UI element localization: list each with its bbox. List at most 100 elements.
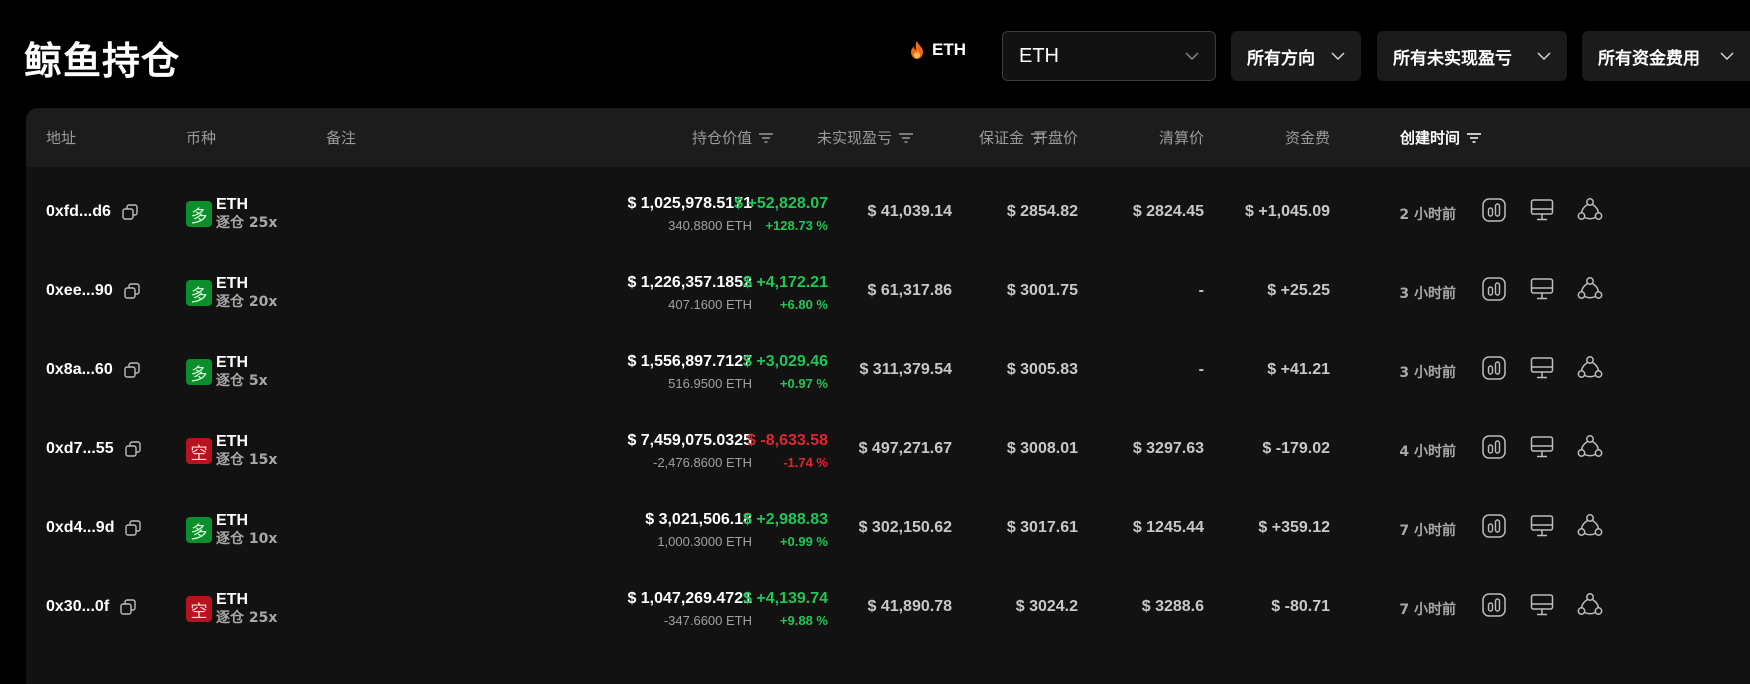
header-liq-price: 清算价	[1158, 129, 1204, 147]
margin-value: $ 302,150.62	[858, 519, 952, 536]
created-time: 7 小时前	[1399, 602, 1456, 618]
funding-fee-value: $ +25.25	[1267, 282, 1330, 299]
created-time: 2 小时前	[1399, 207, 1456, 223]
liq-price-value: -	[1198, 361, 1204, 378]
table-row[interactable]: 0xfd...d6 多 ETH 逐仓 25x $ 1,025,978.5171 …	[26, 167, 1750, 255]
share-icon[interactable]	[1577, 513, 1603, 539]
table-row[interactable]: 0xd4...9d 多 ETH 逐仓 10x $ 3,021,506.18 1,…	[26, 483, 1750, 571]
monitor-icon[interactable]	[1529, 434, 1555, 460]
coin-cell: 多 ETH 逐仓 5x	[186, 353, 268, 391]
direction-badge: 多	[186, 517, 212, 543]
address-cell[interactable]: 0xfd...d6	[46, 203, 139, 221]
chart-icon[interactable]	[1481, 355, 1507, 381]
monitor-icon[interactable]	[1529, 513, 1555, 539]
share-icon[interactable]	[1577, 197, 1603, 223]
margin-value: $ 311,379.54	[859, 361, 952, 378]
liq-price-value: $ 3288.6	[1141, 598, 1204, 615]
direction-badge: 多	[186, 201, 212, 227]
chevron-down-icon	[1331, 52, 1345, 60]
header-funding: 资金费	[1284, 129, 1330, 147]
monitor-icon[interactable]	[1529, 197, 1555, 223]
copy-icon[interactable]	[119, 598, 137, 616]
pnl-filter[interactable]: 所有未实现盈亏	[1377, 31, 1567, 81]
table-row[interactable]: 0x8a...60 多 ETH 逐仓 5x $ 1,556,897.7127 5…	[26, 325, 1750, 413]
chevron-down-icon	[1185, 52, 1199, 60]
open-price-value: $ 3008.01	[1006, 440, 1078, 457]
funding-fee-value: $ -179.02	[1262, 440, 1330, 457]
liq-price-value: $ 2824.45	[1132, 203, 1204, 220]
chevron-down-icon	[1720, 52, 1734, 60]
header-open-price: 开盘价	[1032, 129, 1078, 147]
chart-icon[interactable]	[1481, 276, 1507, 302]
copy-icon[interactable]	[124, 519, 142, 537]
header-address: 地址	[46, 129, 77, 147]
chart-icon[interactable]	[1481, 513, 1507, 539]
direction-badge: 多	[186, 280, 212, 306]
pnl-filter-label: 所有未实现盈亏	[1393, 48, 1512, 68]
liq-price-value: $ 3297.63	[1132, 440, 1204, 457]
liq-price-value: -	[1198, 282, 1204, 299]
coin-name: ETH	[216, 196, 248, 213]
table-row[interactable]: 0x30...0f 空 ETH 逐仓 25x $ 1,047,269.4721 …	[26, 562, 1750, 650]
margin-value: $ 497,271.67	[858, 440, 952, 457]
address-cell[interactable]: 0xd7...55	[46, 440, 142, 458]
hot-token-tag[interactable]: ETH	[910, 40, 966, 60]
open-price-value: $ 3017.61	[1006, 519, 1078, 536]
funding-fee-value: $ +359.12	[1258, 519, 1330, 536]
coin-name: ETH	[216, 591, 248, 608]
table-row[interactable]: 0xd7...55 空 ETH 逐仓 15x $ 7,459,075.0325 …	[26, 404, 1750, 492]
sort-icon	[1467, 132, 1482, 143]
margin-value: $ 41,890.78	[867, 598, 952, 615]
leverage-text: 逐仓 5x	[216, 373, 268, 389]
funding-filter[interactable]: 所有资金费用	[1582, 31, 1750, 81]
copy-icon[interactable]	[123, 282, 141, 300]
chart-icon[interactable]	[1481, 434, 1507, 460]
copy-icon[interactable]	[123, 361, 141, 379]
coin-name: ETH	[216, 433, 248, 450]
address-text: 0xee...90	[46, 282, 113, 299]
monitor-icon[interactable]	[1529, 592, 1555, 618]
monitor-icon[interactable]	[1529, 355, 1555, 381]
chart-icon[interactable]	[1481, 592, 1507, 618]
fire-icon	[911, 41, 923, 59]
address-cell[interactable]: 0xee...90	[46, 282, 141, 300]
coin-name: ETH	[216, 512, 248, 529]
margin-value: $ 41,039.14	[867, 203, 952, 220]
share-icon[interactable]	[1577, 355, 1603, 381]
whale-positions-table: 地址 币种 备注 持仓价值 未实现盈亏 保证金 开盘价 清算价 资金费 创建时间…	[26, 108, 1750, 684]
leverage-text: 逐仓 25x	[216, 610, 278, 626]
share-icon[interactable]	[1577, 592, 1603, 618]
share-icon[interactable]	[1577, 434, 1603, 460]
leverage-text: 逐仓 10x	[216, 531, 278, 547]
address-text: 0xd7...55	[46, 440, 114, 457]
coin-cell: 空 ETH 逐仓 25x	[186, 590, 277, 628]
copy-icon[interactable]	[124, 440, 142, 458]
coin-cell: 多 ETH 逐仓 25x	[186, 195, 277, 233]
direction-badge: 多	[186, 359, 212, 385]
monitor-icon[interactable]	[1529, 276, 1555, 302]
coin-name: ETH	[216, 275, 248, 292]
header-created-time[interactable]: 创建时间	[1400, 108, 1482, 167]
address-text: 0x8a...60	[46, 361, 113, 378]
address-cell[interactable]: 0x30...0f	[46, 598, 137, 616]
share-icon[interactable]	[1577, 276, 1603, 302]
open-price-value: $ 3005.83	[1006, 361, 1078, 378]
copy-icon[interactable]	[121, 203, 139, 221]
coin-cell: 多 ETH 逐仓 10x	[186, 511, 277, 549]
funding-filter-label: 所有资金费用	[1598, 48, 1700, 68]
header-note: 备注	[326, 129, 357, 147]
created-time: 7 小时前	[1399, 523, 1456, 539]
address-cell[interactable]: 0x8a...60	[46, 361, 141, 379]
direction-filter[interactable]: 所有方向	[1231, 31, 1361, 81]
token-select[interactable]: ETH	[1002, 31, 1216, 81]
direction-badge: 空	[186, 596, 212, 622]
funding-fee-value: $ +1,045.09	[1245, 203, 1330, 220]
funding-fee-value: $ -80.71	[1271, 598, 1330, 615]
address-text: 0x30...0f	[46, 598, 110, 615]
funding-fee-value: $ +41.21	[1267, 361, 1330, 378]
table-row[interactable]: 0xee...90 多 ETH 逐仓 20x $ 1,226,357.1852 …	[26, 246, 1750, 334]
leverage-text: 逐仓 15x	[216, 452, 278, 468]
address-cell[interactable]: 0xd4...9d	[46, 519, 142, 537]
hot-token-label: ETH	[932, 40, 966, 59]
chart-icon[interactable]	[1481, 197, 1507, 223]
